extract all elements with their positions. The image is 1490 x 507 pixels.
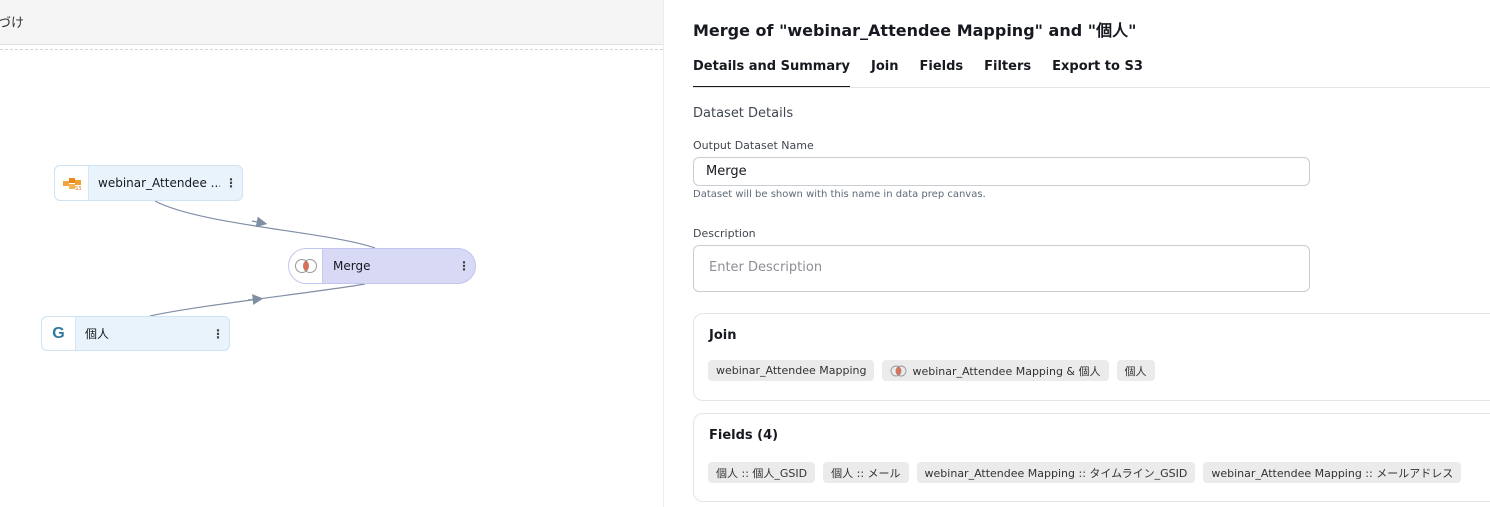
- dataset-node-personal[interactable]: G 個人 ⋮: [41, 316, 230, 351]
- tab-join[interactable]: Join: [871, 57, 898, 88]
- panel-title: Merge of "webinar_Attendee Mapping" and …: [693, 21, 1137, 40]
- join-card-title: Join: [709, 328, 737, 343]
- join-chip: webinar_Attendee Mapping: [708, 360, 875, 381]
- tab-divider: [693, 87, 1490, 88]
- output-name-input[interactable]: [693, 157, 1310, 186]
- tab-bar: Details and Summary Join Fields Filters …: [693, 57, 1164, 88]
- venn-join-icon: [890, 365, 907, 377]
- node-label: Merge: [333, 259, 371, 273]
- node-menu-icon[interactable]: ⋮: [453, 259, 475, 273]
- fields-summary-card: Fields (4) 個人 :: 個人_GSID 個人 :: メール webin…: [693, 413, 1490, 502]
- output-name-help: Dataset will be shown with this name in …: [693, 189, 986, 200]
- join-summary-card: Join webinar_Attendee Mapping webinar_At…: [693, 313, 1490, 401]
- flow-canvas[interactable]: づけ S3 webinar_Attendee ... ⋮ Merge ⋮ G 個…: [0, 0, 663, 507]
- details-panel: Merge of "webinar_Attendee Mapping" and …: [663, 0, 1490, 507]
- join-chip: webinar_Attendee Mapping & 個人: [882, 360, 1109, 381]
- field-chip: 個人 :: メール: [823, 462, 909, 483]
- join-chips: webinar_Attendee Mapping webinar_Attende…: [708, 360, 1155, 381]
- description-label: Description: [693, 227, 756, 240]
- svg-text:S3: S3: [75, 186, 81, 191]
- fields-card-title: Fields (4): [709, 428, 779, 443]
- node-menu-icon[interactable]: ⋮: [207, 327, 229, 341]
- tab-details-and-summary[interactable]: Details and Summary: [693, 57, 850, 88]
- node-label: webinar_Attendee ...: [98, 176, 220, 190]
- join-chip: 個人: [1116, 360, 1155, 381]
- section-label: Dataset Details: [693, 106, 794, 121]
- field-chip: webinar_Attendee Mapping :: タイムライン_GSID: [916, 462, 1196, 483]
- venn-join-icon: [289, 249, 323, 283]
- tab-fields[interactable]: Fields: [919, 57, 963, 88]
- edge-attendee-to-merge: [154, 200, 376, 249]
- google-g-icon: G: [42, 317, 76, 350]
- description-input[interactable]: [693, 245, 1310, 292]
- dataset-node-attendee[interactable]: S3 webinar_Attendee ... ⋮: [54, 165, 243, 201]
- field-chip: 個人 :: 個人_GSID: [708, 462, 816, 483]
- edge-attendee-arrow: [251, 216, 268, 228]
- s3-bucket-icon: S3: [55, 166, 89, 200]
- edge-personal-to-merge: [149, 283, 366, 317]
- merge-node[interactable]: Merge ⋮: [288, 248, 476, 284]
- tab-filters[interactable]: Filters: [984, 57, 1031, 88]
- field-chip: webinar_Attendee Mapping :: メールアドレス: [1203, 462, 1462, 483]
- field-chips: 個人 :: 個人_GSID 個人 :: メール webinar_Attendee…: [708, 462, 1462, 483]
- node-label: 個人: [85, 327, 110, 341]
- output-name-label: Output Dataset Name: [693, 139, 814, 152]
- node-menu-icon[interactable]: ⋮: [220, 176, 242, 190]
- tab-export-to-s3[interactable]: Export to S3: [1052, 57, 1143, 88]
